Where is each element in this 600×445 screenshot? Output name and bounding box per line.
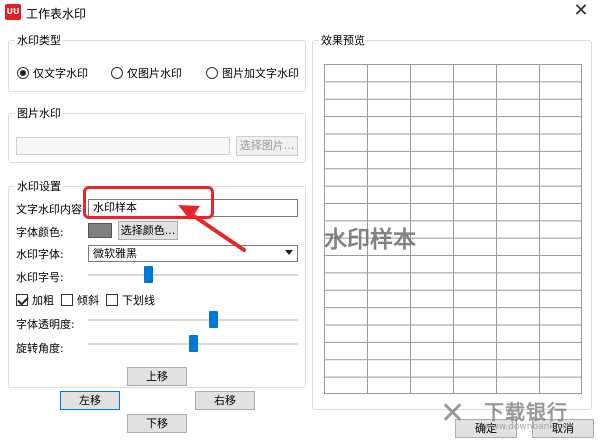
radio-image-and-text-label: 图片加文字水印 <box>222 67 299 80</box>
dialog-body: 水印类型 仅文字水印 仅图片水印 图片加文字水印 图片水印 选择图片... 水印… <box>0 24 600 445</box>
rotation-slider-thumb[interactable] <box>189 335 198 352</box>
preview-area: 水印样本 <box>312 48 592 410</box>
image-watermark-legend: 图片水印 <box>17 107 61 120</box>
bold-label: 加粗 <box>32 294 54 307</box>
select-image-button[interactable]: 选择图片... <box>236 136 298 156</box>
move-right-button[interactable]: 右移 <box>195 391 255 410</box>
preview-watermark-text: 水印样本 <box>324 227 416 253</box>
watermark-type-group: 水印类型 <box>8 32 306 92</box>
opacity-slider-thumb[interactable] <box>209 311 218 328</box>
watermark-type-legend: 水印类型 <box>17 34 61 47</box>
rotation-slider[interactable] <box>88 334 298 354</box>
underline-label: 下划线 <box>122 294 155 307</box>
image-path-input[interactable] <box>16 137 230 155</box>
font-family-label: 水印字体: <box>16 248 64 261</box>
underline-checkbox-box[interactable] <box>106 294 118 306</box>
bold-checkbox[interactable]: 加粗 <box>16 292 54 308</box>
radio-text-only-dot[interactable] <box>17 67 29 79</box>
rotation-label: 旋转角度: <box>16 342 64 355</box>
move-left-button[interactable]: 左移 <box>60 391 120 410</box>
watermark-settings-legend: 水印设置 <box>17 180 61 193</box>
radio-image-only[interactable]: 仅图片水印 <box>111 65 182 81</box>
brand-url: www.downbank.cn <box>484 422 569 432</box>
app-icon: UU <box>5 4 21 20</box>
font-color-label: 字体颜色: <box>16 226 64 239</box>
italic-checkbox[interactable]: 倾斜 <box>61 292 99 308</box>
radio-image-only-dot[interactable] <box>111 67 123 79</box>
font-size-slider[interactable] <box>88 265 298 285</box>
window-title: 工作表水印 <box>26 7 87 21</box>
font-size-label: 水印字号: <box>16 271 64 284</box>
opacity-label: 字体透明度: <box>16 318 75 331</box>
italic-checkbox-box[interactable] <box>61 294 73 306</box>
font-color-swatch[interactable] <box>88 223 112 238</box>
font-family-value: 微软雅黑 <box>93 247 137 260</box>
select-color-button[interactable]: 选择颜色... <box>118 221 178 240</box>
underline-checkbox[interactable]: 下划线 <box>106 292 155 308</box>
content-label: 文字水印内容: <box>16 203 86 216</box>
close-icon[interactable]: ✕ <box>566 0 596 24</box>
annotation-highlight-box <box>83 186 214 219</box>
preview-legend: 效果预览 <box>321 34 365 47</box>
font-size-slider-thumb[interactable] <box>144 266 153 283</box>
opacity-slider[interactable] <box>88 310 298 330</box>
italic-label: 倾斜 <box>77 294 99 307</box>
radio-text-only-label: 仅文字水印 <box>33 67 88 80</box>
bold-checkbox-box[interactable] <box>16 294 28 306</box>
move-up-button[interactable]: 上移 <box>127 367 187 386</box>
chevron-down-icon <box>285 250 293 255</box>
radio-image-and-text-dot[interactable] <box>206 67 218 79</box>
opacity-slider-track <box>88 319 298 321</box>
brand-logo: ✕ 下载银行 www.downbank.cn <box>440 392 596 440</box>
brand-name: 下载银行 <box>484 400 568 424</box>
move-down-button[interactable]: 下移 <box>127 414 187 433</box>
radio-image-and-text[interactable]: 图片加文字水印 <box>206 65 299 81</box>
font-size-slider-track <box>88 274 298 276</box>
brand-mark-icon: ✕ <box>440 396 466 431</box>
radio-text-only[interactable]: 仅文字水印 <box>17 65 88 81</box>
title-bar: UU 工作表水印 ✕ <box>0 0 600 24</box>
radio-image-only-label: 仅图片水印 <box>127 67 182 80</box>
font-family-select[interactable]: 微软雅黑 <box>88 245 298 262</box>
